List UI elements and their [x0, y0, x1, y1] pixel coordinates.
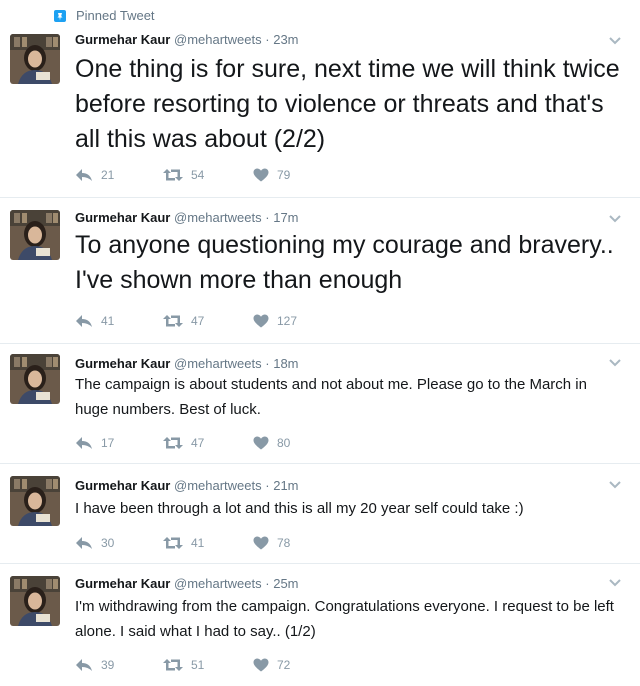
reply-count: 39 — [101, 658, 115, 672]
retweet-button[interactable]: 47 — [163, 313, 204, 329]
tweet-time[interactable]: 18m — [273, 356, 298, 371]
retweet-button[interactable]: 54 — [163, 167, 204, 183]
tweet[interactable]: Gurmehar Kaur @mehartweets · 18m The cam… — [0, 344, 640, 464]
tweet-header: Gurmehar Kaur @mehartweets · 23m — [75, 32, 299, 47]
tweet-text: I have been through a lot and this is al… — [75, 500, 524, 517]
like-count: 78 — [277, 536, 291, 550]
avatar[interactable] — [10, 576, 60, 626]
retweet-icon — [163, 314, 183, 328]
retweet-icon — [163, 536, 183, 550]
tweet-actions: 17 47 80 — [75, 435, 375, 451]
tweet-header: Gurmehar Kaur @mehartweets · 18m — [75, 356, 299, 371]
retweet-button[interactable]: 41 — [163, 535, 204, 551]
reply-icon — [75, 536, 93, 550]
retweet-count: 54 — [191, 168, 205, 182]
chevron-down-icon[interactable] — [608, 36, 622, 46]
author-handle[interactable]: @mehartweets — [174, 478, 262, 493]
chevron-down-icon[interactable] — [608, 214, 622, 224]
reply-icon — [75, 658, 93, 672]
tweet-text: To anyone questioning my courage and bra… — [75, 231, 614, 294]
pinned-tweet-label: Pinned Tweet — [76, 8, 155, 23]
author-name[interactable]: Gurmehar Kaur — [75, 356, 170, 371]
reply-button[interactable]: 41 — [75, 313, 114, 329]
separator: · — [265, 210, 270, 225]
tweet[interactable]: Gurmehar Kaur @mehartweets · 23m One thi… — [0, 28, 640, 198]
like-button[interactable]: 80 — [253, 435, 290, 451]
separator: · — [265, 32, 270, 47]
pinned-tweet-header: Pinned Tweet — [0, 0, 640, 28]
tweet-text: I'm withdrawing from the campaign. Congr… — [75, 598, 614, 640]
tweet[interactable]: Gurmehar Kaur @mehartweets · 21m I have … — [0, 464, 640, 564]
chevron-down-icon[interactable] — [608, 480, 622, 490]
avatar[interactable] — [10, 34, 60, 84]
reply-button[interactable]: 17 — [75, 435, 114, 451]
tweet-text: The campaign is about students and not a… — [75, 376, 587, 418]
retweet-button[interactable]: 47 — [163, 435, 204, 451]
separator: · — [265, 478, 270, 493]
heart-icon — [253, 436, 269, 450]
reply-button[interactable]: 39 — [75, 657, 114, 673]
retweet-icon — [163, 658, 183, 672]
pin-icon — [54, 10, 66, 22]
tweet[interactable]: Gurmehar Kaur @mehartweets · 25m I'm wit… — [0, 564, 640, 686]
tweet-actions: 21 54 79 — [75, 167, 375, 183]
tweet[interactable]: Gurmehar Kaur @mehartweets · 17m To anyo… — [0, 198, 640, 344]
tweet-actions: 41 47 127 — [75, 313, 375, 329]
separator: · — [265, 576, 270, 591]
like-count: 72 — [277, 658, 291, 672]
separator: · — [265, 356, 270, 371]
retweet-count: 47 — [191, 436, 205, 450]
reply-count: 21 — [101, 168, 115, 182]
tweet-time[interactable]: 21m — [273, 478, 298, 493]
retweet-button[interactable]: 51 — [163, 657, 204, 673]
tweet-time[interactable]: 17m — [273, 210, 298, 225]
like-button[interactable]: 78 — [253, 535, 290, 551]
reply-count: 30 — [101, 536, 115, 550]
avatar[interactable] — [10, 476, 60, 526]
like-count: 80 — [277, 436, 291, 450]
like-button[interactable]: 127 — [253, 313, 297, 329]
tweet-actions: 39 51 72 — [75, 657, 375, 673]
reply-button[interactable]: 21 — [75, 167, 114, 183]
author-handle[interactable]: @mehartweets — [174, 356, 262, 371]
heart-icon — [253, 314, 269, 328]
retweet-count: 51 — [191, 658, 205, 672]
like-button[interactable]: 72 — [253, 657, 290, 673]
tweet-header: Gurmehar Kaur @mehartweets · 21m — [75, 478, 299, 493]
heart-icon — [253, 168, 269, 182]
retweet-count: 47 — [191, 314, 205, 328]
author-handle[interactable]: @mehartweets — [174, 32, 262, 47]
heart-icon — [253, 536, 269, 550]
author-handle[interactable]: @mehartweets — [174, 210, 262, 225]
author-name[interactable]: Gurmehar Kaur — [75, 210, 170, 225]
retweet-count: 41 — [191, 536, 205, 550]
retweet-icon — [163, 168, 183, 182]
reply-icon — [75, 314, 93, 328]
author-name[interactable]: Gurmehar Kaur — [75, 478, 170, 493]
heart-icon — [253, 658, 269, 672]
tweet-header: Gurmehar Kaur @mehartweets · 25m — [75, 576, 299, 591]
like-count: 79 — [277, 168, 291, 182]
tweet-text: One thing is for sure, next time we will… — [75, 55, 620, 153]
author-handle[interactable]: @mehartweets — [174, 576, 262, 591]
reply-icon — [75, 436, 93, 450]
tweet-actions: 30 41 78 — [75, 535, 375, 551]
author-name[interactable]: Gurmehar Kaur — [75, 576, 170, 591]
like-count: 127 — [277, 314, 298, 328]
avatar[interactable] — [10, 354, 60, 404]
like-button[interactable]: 79 — [253, 167, 290, 183]
tweet-time[interactable]: 25m — [273, 576, 298, 591]
retweet-icon — [163, 436, 183, 450]
author-name[interactable]: Gurmehar Kaur — [75, 32, 170, 47]
avatar[interactable] — [10, 210, 60, 260]
reply-count: 41 — [101, 314, 115, 328]
reply-button[interactable]: 30 — [75, 535, 114, 551]
tweet-time[interactable]: 23m — [273, 32, 298, 47]
chevron-down-icon[interactable] — [608, 578, 622, 588]
tweet-header: Gurmehar Kaur @mehartweets · 17m — [75, 210, 299, 225]
chevron-down-icon[interactable] — [608, 358, 622, 368]
reply-count: 17 — [101, 436, 115, 450]
reply-icon — [75, 168, 93, 182]
